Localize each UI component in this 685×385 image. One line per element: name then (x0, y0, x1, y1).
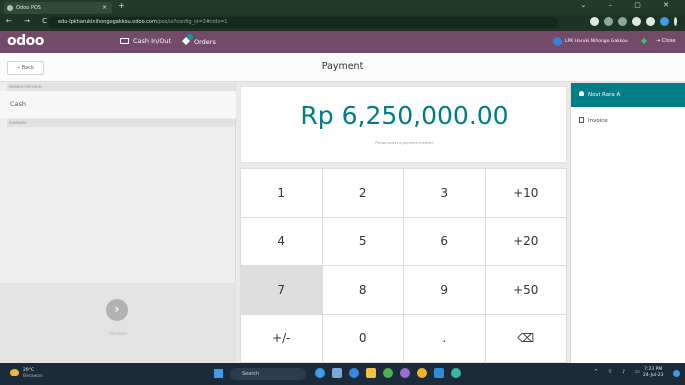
folder-icon[interactable] (366, 368, 376, 378)
validate-button[interactable]: › (106, 299, 128, 321)
favicon-icon (7, 5, 13, 11)
numpad-key-9[interactable]: 9 (404, 266, 486, 315)
sidebar-icon[interactable] (646, 17, 655, 26)
weather-label: Berawan (23, 374, 43, 379)
validate-area: › Validate (0, 283, 236, 363)
numpad: 1 2 3 +10 4 5 6 +20 7 8 9 +50 +/- 0 . ⌫ (240, 168, 567, 363)
numpad-key-1[interactable]: 1 (241, 169, 323, 218)
orders-badge (187, 34, 193, 40)
system-tray[interactable]: ^ ⌔ ♪ ▭ (594, 369, 644, 375)
url-input[interactable]: edu-lpkharukinihongogakkou.odoo.com/pos/… (48, 17, 558, 28)
bookmark-icon[interactable] (618, 17, 627, 26)
numpad-key-6[interactable]: 6 (404, 217, 486, 266)
amount-panel: Rp 6,250,000.00 Please select a payment … (240, 86, 567, 163)
account-icon[interactable] (660, 17, 669, 26)
numpad-key-7[interactable]: 7 (241, 266, 323, 315)
app-icon-2[interactable] (332, 368, 342, 378)
address-bar-row: ← → C edu-lpkharukinihongogakkou.odoo.co… (0, 14, 685, 31)
download-icon[interactable] (632, 17, 641, 26)
edge-icon[interactable] (349, 368, 359, 378)
numpad-key-2[interactable]: 2 (322, 169, 404, 218)
avatar (553, 37, 562, 46)
tab-title: Odoo POS (16, 5, 41, 11)
cash-in-out-label: Cash In/Out (133, 37, 172, 45)
wifi-icon: ◆ (641, 36, 648, 45)
numpad-key-0[interactable]: 0 (322, 314, 404, 363)
cashier-name: LPK Haruki Nihongo Gakkou (565, 39, 628, 44)
app-icon-8[interactable] (434, 368, 444, 378)
numpad-key-plus20[interactable]: +20 (485, 217, 567, 266)
numpad-key-4[interactable]: 4 (241, 217, 323, 266)
browser-tab-bar: Odoo POS × + ⌄ – ▢ ✕ (0, 0, 685, 14)
app-icon-1[interactable] (315, 368, 325, 378)
os-taskbar: 29°C Berawan Search ^ ⌔ ♪ ▭ 7:23 PM 24-J… (0, 363, 685, 385)
summary-heading: SUMMARY (7, 119, 235, 127)
odoo-logo: odoo (7, 33, 44, 49)
numpad-key-5[interactable]: 5 (322, 217, 404, 266)
nav-buttons[interactable]: ← → C (6, 17, 52, 25)
payment-hint: Please select a payment method. (375, 141, 434, 145)
user-icon (579, 91, 584, 96)
share-icon[interactable] (604, 17, 613, 26)
chrome-icon[interactable] (383, 368, 393, 378)
page-title: Payment (321, 61, 364, 72)
browser-extension-icons (590, 17, 677, 26)
profile-icon[interactable] (590, 17, 599, 26)
taskbar-apps (315, 368, 461, 378)
cash-icon (120, 38, 129, 44)
temperature: 29°C (23, 368, 35, 373)
numpad-key-decimal[interactable]: . (404, 314, 486, 363)
clock[interactable]: 7:23 PM 24-Jul-23 (643, 367, 663, 379)
orders-label: Orders (194, 38, 216, 46)
cashier-button[interactable]: LPK Haruki Nihongo Gakkou (553, 37, 628, 46)
numpad-key-plus50[interactable]: +50 (485, 266, 567, 315)
app-icon-6[interactable] (400, 368, 410, 378)
menu-icon[interactable] (674, 17, 677, 26)
browser-tab[interactable]: Odoo POS × (4, 2, 112, 14)
numpad-key-3[interactable]: 3 (404, 169, 486, 218)
weather-icon (10, 369, 19, 376)
orders-icon (182, 34, 193, 45)
app-icon-9[interactable] (451, 368, 461, 378)
invoice-label: Invoice (588, 118, 608, 124)
close-tab-icon[interactable]: × (102, 2, 107, 14)
total-amount: Rp 6,250,000.00 (300, 101, 509, 130)
clock-date: 24-Jul-23 (643, 373, 664, 378)
customer-name: Novi Rara A (588, 92, 621, 98)
windows-start-icon[interactable] (214, 369, 223, 378)
payment-method-cash[interactable]: Cash (0, 91, 236, 118)
payment-left-panel: PAYMENT METHOD Cash SUMMARY › Validate (0, 83, 236, 363)
taskbar-search[interactable]: Search (230, 368, 306, 380)
numpad-key-8[interactable]: 8 (322, 266, 404, 315)
payment-method-heading: PAYMENT METHOD (7, 83, 235, 91)
close-button[interactable]: ⇥ Close (656, 38, 675, 44)
url-host: edu-lpkharukinihongogakkou.odoo.com (58, 19, 157, 25)
app-icon-7[interactable] (417, 368, 427, 378)
customer-button[interactable]: Novi Rara A (571, 83, 685, 107)
window-controls[interactable]: ⌄ – ▢ ✕ (580, 1, 679, 9)
payment-right-panel: Novi Rara A Invoice (570, 83, 685, 363)
invoice-button[interactable]: Invoice (571, 107, 685, 135)
close-label: Close (661, 38, 676, 44)
notification-icon[interactable] (673, 370, 680, 377)
validate-label[interactable]: Validate (0, 332, 236, 337)
pos-header: odoo Cash In/Out Orders LPK Haruki Nihon… (0, 31, 685, 53)
new-tab-button[interactable]: + (118, 1, 125, 10)
cash-in-out-button[interactable]: Cash In/Out (120, 37, 171, 45)
numpad-key-sign[interactable]: +/- (241, 314, 323, 363)
url-path: /pos/ui?config_id=2#cids=1 (156, 19, 228, 25)
backspace-icon[interactable]: ⌫ (485, 314, 567, 363)
invoice-icon (579, 117, 584, 123)
orders-button[interactable]: Orders (182, 34, 216, 46)
payment-control-bar: « Back Payment (0, 53, 685, 82)
numpad-key-plus10[interactable]: +10 (485, 169, 567, 218)
